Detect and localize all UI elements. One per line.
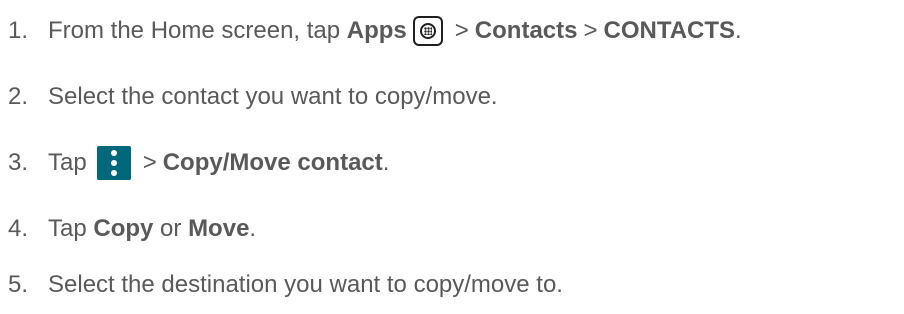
step-1: 1. From the Home screen, tap Apps > Cont… xyxy=(8,16,742,46)
step-number: 3. xyxy=(8,149,29,176)
period: . xyxy=(249,215,257,242)
apps-label: Apps xyxy=(346,17,407,44)
overflow-menu-icon xyxy=(96,146,131,180)
step-5: 5. Select the destination you want to co… xyxy=(8,270,563,300)
copy-move-contact-label: Copy/Move contact xyxy=(162,149,383,176)
contacts-label: Contacts xyxy=(474,17,578,44)
step-text: Tap xyxy=(48,149,87,176)
period: . xyxy=(735,17,742,44)
step-2: 2. Select the contact you want to copy/m… xyxy=(8,82,498,112)
apps-launcher-icon xyxy=(412,16,443,46)
step-3: 3. Tap > Copy/Move contact . xyxy=(8,146,390,180)
step-text: From the Home screen, tap xyxy=(48,17,347,44)
step-number: 5. xyxy=(8,271,29,298)
contacts-tab-label: CONTACTS xyxy=(603,17,736,44)
move-label: Move xyxy=(188,215,250,242)
step-number: 1. xyxy=(8,17,29,44)
copy-label: Copy xyxy=(93,215,154,242)
separator: > xyxy=(142,149,157,176)
step-text: Select the destination you want to copy/… xyxy=(48,271,563,298)
step-text: Select the contact you want to copy/move… xyxy=(48,83,498,110)
separator: > xyxy=(583,17,598,44)
step-number: 2. xyxy=(8,83,29,110)
step-number: 4. xyxy=(8,215,29,242)
separator: > xyxy=(454,17,469,44)
step-text: or xyxy=(153,215,189,242)
step-4: 4. Tap Copy or Move . xyxy=(8,214,256,244)
step-text: Tap xyxy=(48,215,94,242)
period: . xyxy=(382,149,390,176)
